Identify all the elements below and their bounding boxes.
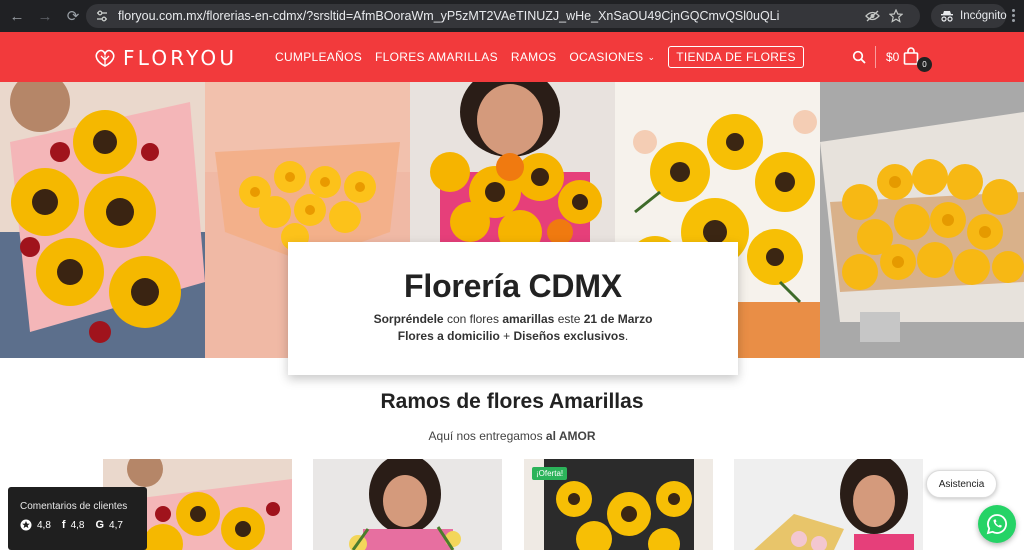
- back-icon[interactable]: ←: [6, 5, 28, 27]
- menu-item-flores-amarillas[interactable]: FLORES AMARILLAS: [375, 50, 498, 64]
- logo-text: FLORYOU: [123, 46, 238, 70]
- customer-reviews-widget[interactable]: Comentarios de clientes 4,8 f 4,8 G 4,7: [8, 487, 147, 550]
- eye-off-icon[interactable]: [862, 6, 882, 26]
- cart-count-badge: 0: [917, 57, 932, 72]
- browser-toolbar: ← → ⟳ floryou.com.mx/florerias-en-cdmx/?…: [0, 0, 1024, 32]
- star-icon: [20, 519, 32, 531]
- sale-badge: ¡Oferta!: [532, 467, 568, 480]
- rating-facebook: f 4,8: [61, 519, 85, 531]
- menu-item-cumpleanos[interactable]: CUMPLEAÑOS: [275, 50, 362, 64]
- reload-icon[interactable]: ⟳: [62, 5, 84, 27]
- whatsapp-button[interactable]: [978, 505, 1016, 543]
- search-icon[interactable]: [852, 50, 866, 64]
- hero-title: Florería CDMX: [404, 268, 622, 304]
- reviews-title: Comentarios de clientes: [20, 501, 128, 512]
- assistance-button[interactable]: Asistencia: [926, 470, 997, 498]
- floryou-logo[interactable]: FLORYOU: [93, 46, 237, 70]
- product-card[interactable]: [734, 459, 923, 550]
- product-grid: ¡Oferta!: [103, 459, 923, 550]
- site-header: FLORYOU CUMPLEAÑOS FLORES AMARILLAS RAMO…: [0, 32, 1024, 82]
- cart-total[interactable]: $0: [886, 50, 899, 64]
- main-menu: CUMPLEAÑOS FLORES AMARILLAS RAMOS OCASIO…: [275, 32, 804, 82]
- hero-line-2: Flores a domicilio + Diseños exclusivos.: [397, 329, 629, 343]
- google-icon: G: [95, 519, 105, 531]
- menu-item-ocasiones[interactable]: OCASIONES ⌄: [569, 50, 655, 64]
- site-settings-icon[interactable]: [92, 6, 112, 26]
- header-divider: [875, 46, 876, 68]
- hero-photo-sunflower-bouquet: [0, 82, 205, 358]
- section-title: Ramos de flores Amarillas: [380, 390, 644, 413]
- flower-logo-icon: [95, 49, 115, 67]
- whatsapp-icon: [986, 514, 1007, 535]
- address-bar[interactable]: floryou.com.mx/florerias-en-cdmx/?srslti…: [86, 4, 920, 28]
- url-text[interactable]: floryou.com.mx/florerias-en-cdmx/?srslti…: [118, 9, 858, 23]
- product-card[interactable]: [313, 459, 502, 550]
- forward-icon[interactable]: →: [34, 5, 56, 27]
- hero-card: Florería CDMX Sorpréndele con flores ama…: [288, 242, 738, 375]
- incognito-badge[interactable]: Incógnito: [931, 4, 1007, 28]
- product-card[interactable]: ¡Oferta!: [524, 459, 713, 550]
- reviews-ratings: 4,8 f 4,8 G 4,7: [20, 519, 147, 531]
- menu-item-ocasiones-label: OCASIONES: [569, 50, 644, 64]
- facebook-icon: f: [61, 519, 66, 531]
- hero-line-1: Sorpréndele con flores amarillas este 21…: [373, 312, 653, 326]
- hero-photo-yellow-roses: [820, 82, 1024, 358]
- rating-site: 4,8: [20, 519, 51, 531]
- incognito-label: Incógnito: [960, 10, 1007, 22]
- incognito-icon: [940, 10, 954, 22]
- shop-button[interactable]: TIENDA DE FLORES: [668, 46, 804, 68]
- browser-menu-icon[interactable]: [1012, 9, 1016, 24]
- rating-google: G 4,7: [95, 519, 123, 531]
- section-subtitle: Aquí nos entregamos al AMOR: [428, 429, 596, 443]
- menu-item-ramos[interactable]: RAMOS: [511, 50, 557, 64]
- bookmark-star-icon[interactable]: [886, 6, 906, 26]
- chevron-down-icon: ⌄: [647, 51, 656, 62]
